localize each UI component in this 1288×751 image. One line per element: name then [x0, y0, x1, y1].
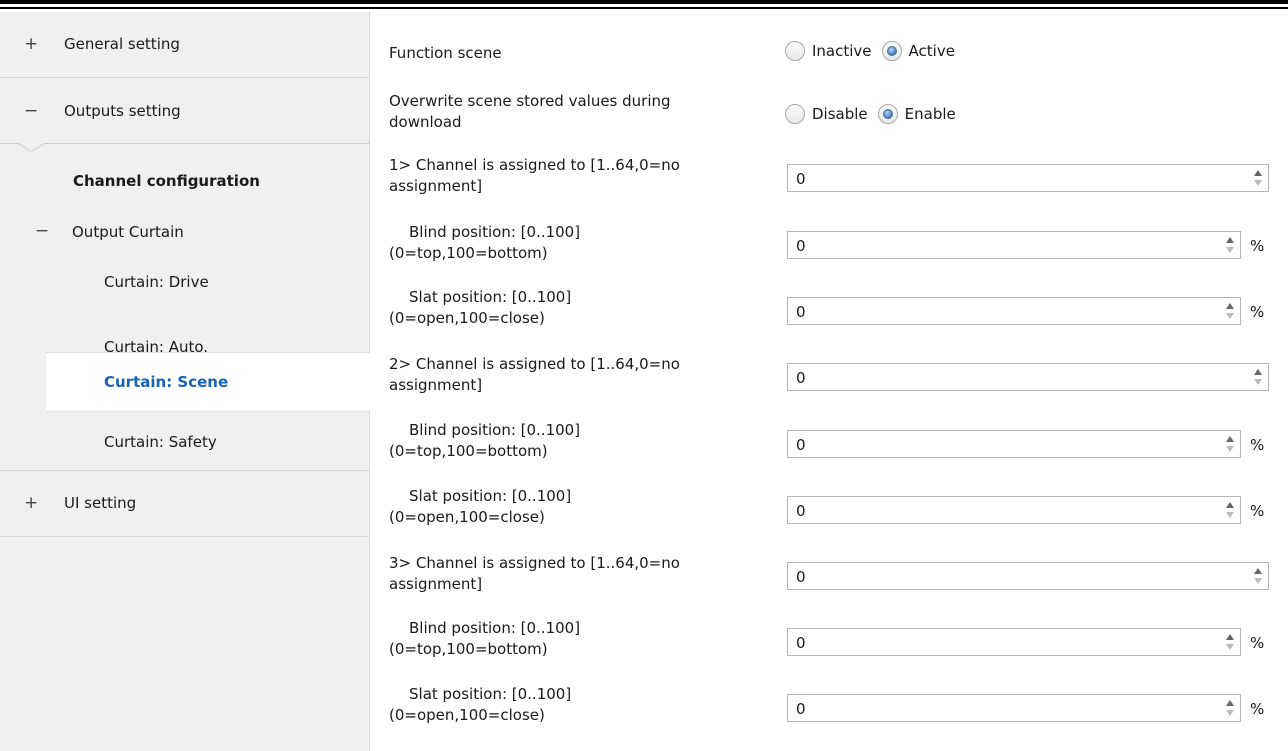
spin-arrows-icon[interactable]	[1226, 302, 1234, 320]
channel-1-slat-label: Slat position: [0..100] (0=open,100=clos…	[389, 287, 571, 329]
channel-3-slat-spinbox[interactable]: 0	[787, 694, 1241, 722]
label-line: (0=top,100=bottom)	[389, 640, 548, 658]
channel-3-blind-label: Blind position: [0..100] (0=top,100=bott…	[389, 618, 580, 660]
spin-arrows-icon[interactable]	[1254, 368, 1262, 386]
selection-pointer	[0, 142, 370, 163]
label-line: (0=top,100=bottom)	[389, 442, 548, 460]
channel-3-blind-spinbox[interactable]: 0	[787, 628, 1241, 656]
channel-1-assigned-label: 1> Channel is assigned to [1..64,0=no as…	[389, 155, 680, 197]
radio-disable[interactable]	[785, 104, 805, 124]
channel-2-slat-spinbox[interactable]: 0	[787, 496, 1241, 524]
channel-1-slat-spinbox[interactable]: 0	[787, 297, 1241, 325]
channel-2-assigned-spinbox[interactable]: 0	[787, 363, 1269, 391]
radio-inactive[interactable]	[785, 41, 805, 61]
label-line: assignment]	[389, 177, 483, 195]
collapse-minus-icon[interactable]: −	[35, 221, 49, 241]
collapse-minus-icon[interactable]: −	[24, 101, 38, 121]
expand-plus-icon[interactable]: +	[24, 34, 38, 54]
label-line: Blind position: [0..100]	[409, 421, 581, 439]
sidebar-item-label: Outputs setting	[64, 102, 181, 120]
label-line: assignment]	[389, 376, 483, 394]
label-line: assignment]	[389, 575, 483, 593]
unit-percent: %	[1250, 502, 1265, 520]
label-line: Slat position: [0..100]	[409, 685, 572, 703]
channel-2-blind-label: Blind position: [0..100] (0=top,100=bott…	[389, 420, 580, 462]
unit-percent: %	[1250, 303, 1265, 321]
label-line: 2> Channel is assigned to [1..64,0=no	[389, 355, 680, 373]
sidebar-item-label: General setting	[64, 35, 180, 53]
spinbox-value: 0	[796, 700, 806, 718]
label-line: (0=top,100=bottom)	[389, 244, 548, 262]
spinbox-value: 0	[796, 634, 806, 652]
radio-enable[interactable]	[877, 104, 898, 124]
overwrite-label: Overwrite scene stored values during dow…	[389, 91, 671, 133]
expand-plus-icon[interactable]: +	[24, 493, 38, 513]
channel-1-assigned-spinbox[interactable]: 0	[787, 164, 1269, 192]
sidebar-group-general-setting[interactable]: + General setting	[0, 12, 370, 78]
label-line: Blind position: [0..100]	[409, 619, 581, 637]
channel-3-assigned-spinbox[interactable]: 0	[787, 562, 1269, 590]
label-line: 1> Channel is assigned to [1..64,0=no	[389, 156, 680, 174]
spinbox-value: 0	[796, 170, 806, 188]
spin-arrows-icon[interactable]	[1254, 169, 1262, 187]
function-scene-label: Function scene	[389, 44, 502, 62]
label-line: (0=open,100=close)	[389, 706, 545, 724]
function-scene-radio-group: Inactive Active	[785, 41, 965, 61]
label-line: Overwrite scene stored values during	[389, 92, 671, 110]
parameter-panel: Function scene Inactive Active Overwrite…	[371, 12, 1288, 751]
channel-1-blind-spinbox[interactable]: 0	[787, 231, 1241, 259]
channel-3-assigned-label: 3> Channel is assigned to [1..64,0=no as…	[389, 553, 680, 595]
sidebar: + General setting − Outputs setting Chan…	[0, 12, 370, 751]
channel-3-slat-label: Slat position: [0..100] (0=open,100=clos…	[389, 684, 571, 726]
spin-arrows-icon[interactable]	[1226, 236, 1234, 254]
spin-arrows-icon[interactable]	[1254, 567, 1262, 585]
sidebar-item-label: UI setting	[64, 494, 137, 512]
unit-percent: %	[1250, 237, 1265, 255]
label-line: Blind position: [0..100]	[409, 223, 581, 241]
overwrite-radio-group: Disable Enable	[785, 104, 966, 124]
sidebar-item-curtain-safety[interactable]: Curtain: Safety	[104, 432, 217, 452]
spin-arrows-icon[interactable]	[1226, 501, 1234, 519]
sidebar-item-curtain-scene[interactable]: Curtain: Scene	[46, 352, 370, 412]
label-line: download	[389, 113, 462, 131]
unit-percent: %	[1250, 700, 1265, 718]
unit-percent: %	[1250, 436, 1265, 454]
sidebar-item-channel-configuration[interactable]: Channel configuration	[73, 171, 260, 191]
spinbox-value: 0	[796, 369, 806, 387]
sidebar-group-outputs-setting[interactable]: − Outputs setting	[0, 79, 370, 145]
spin-arrows-icon[interactable]	[1226, 699, 1234, 717]
channel-2-slat-label: Slat position: [0..100] (0=open,100=clos…	[389, 486, 571, 528]
radio-active[interactable]	[881, 41, 902, 61]
radio-label: Disable	[812, 105, 868, 123]
channel-2-blind-spinbox[interactable]: 0	[787, 430, 1241, 458]
spinbox-value: 0	[796, 502, 806, 520]
sidebar-item-label: Curtain: Scene	[104, 373, 229, 391]
spinbox-value: 0	[796, 303, 806, 321]
sidebar-item-curtain-drive[interactable]: Curtain: Drive	[104, 272, 209, 292]
top-border	[0, 0, 1288, 12]
spinbox-value: 0	[796, 568, 806, 586]
radio-label: Enable	[904, 105, 956, 123]
label-line: (0=open,100=close)	[389, 309, 545, 327]
label-line: Slat position: [0..100]	[409, 487, 572, 505]
channel-2-assigned-label: 2> Channel is assigned to [1..64,0=no as…	[389, 354, 680, 396]
sidebar-item-output-curtain[interactable]: Output Curtain	[72, 222, 184, 242]
label-line: 3> Channel is assigned to [1..64,0=no	[389, 554, 680, 572]
unit-percent: %	[1250, 634, 1265, 652]
label-line: (0=open,100=close)	[389, 508, 545, 526]
spin-arrows-icon[interactable]	[1226, 435, 1234, 453]
spinbox-value: 0	[796, 237, 806, 255]
label-line: Slat position: [0..100]	[409, 288, 572, 306]
sidebar-group-ui-setting[interactable]: + UI setting	[0, 471, 370, 537]
spin-arrows-icon[interactable]	[1226, 633, 1234, 651]
radio-label: Inactive	[812, 42, 872, 60]
channel-1-blind-label: Blind position: [0..100] (0=top,100=bott…	[389, 222, 580, 264]
spinbox-value: 0	[796, 436, 806, 454]
radio-label: Active	[908, 42, 955, 60]
